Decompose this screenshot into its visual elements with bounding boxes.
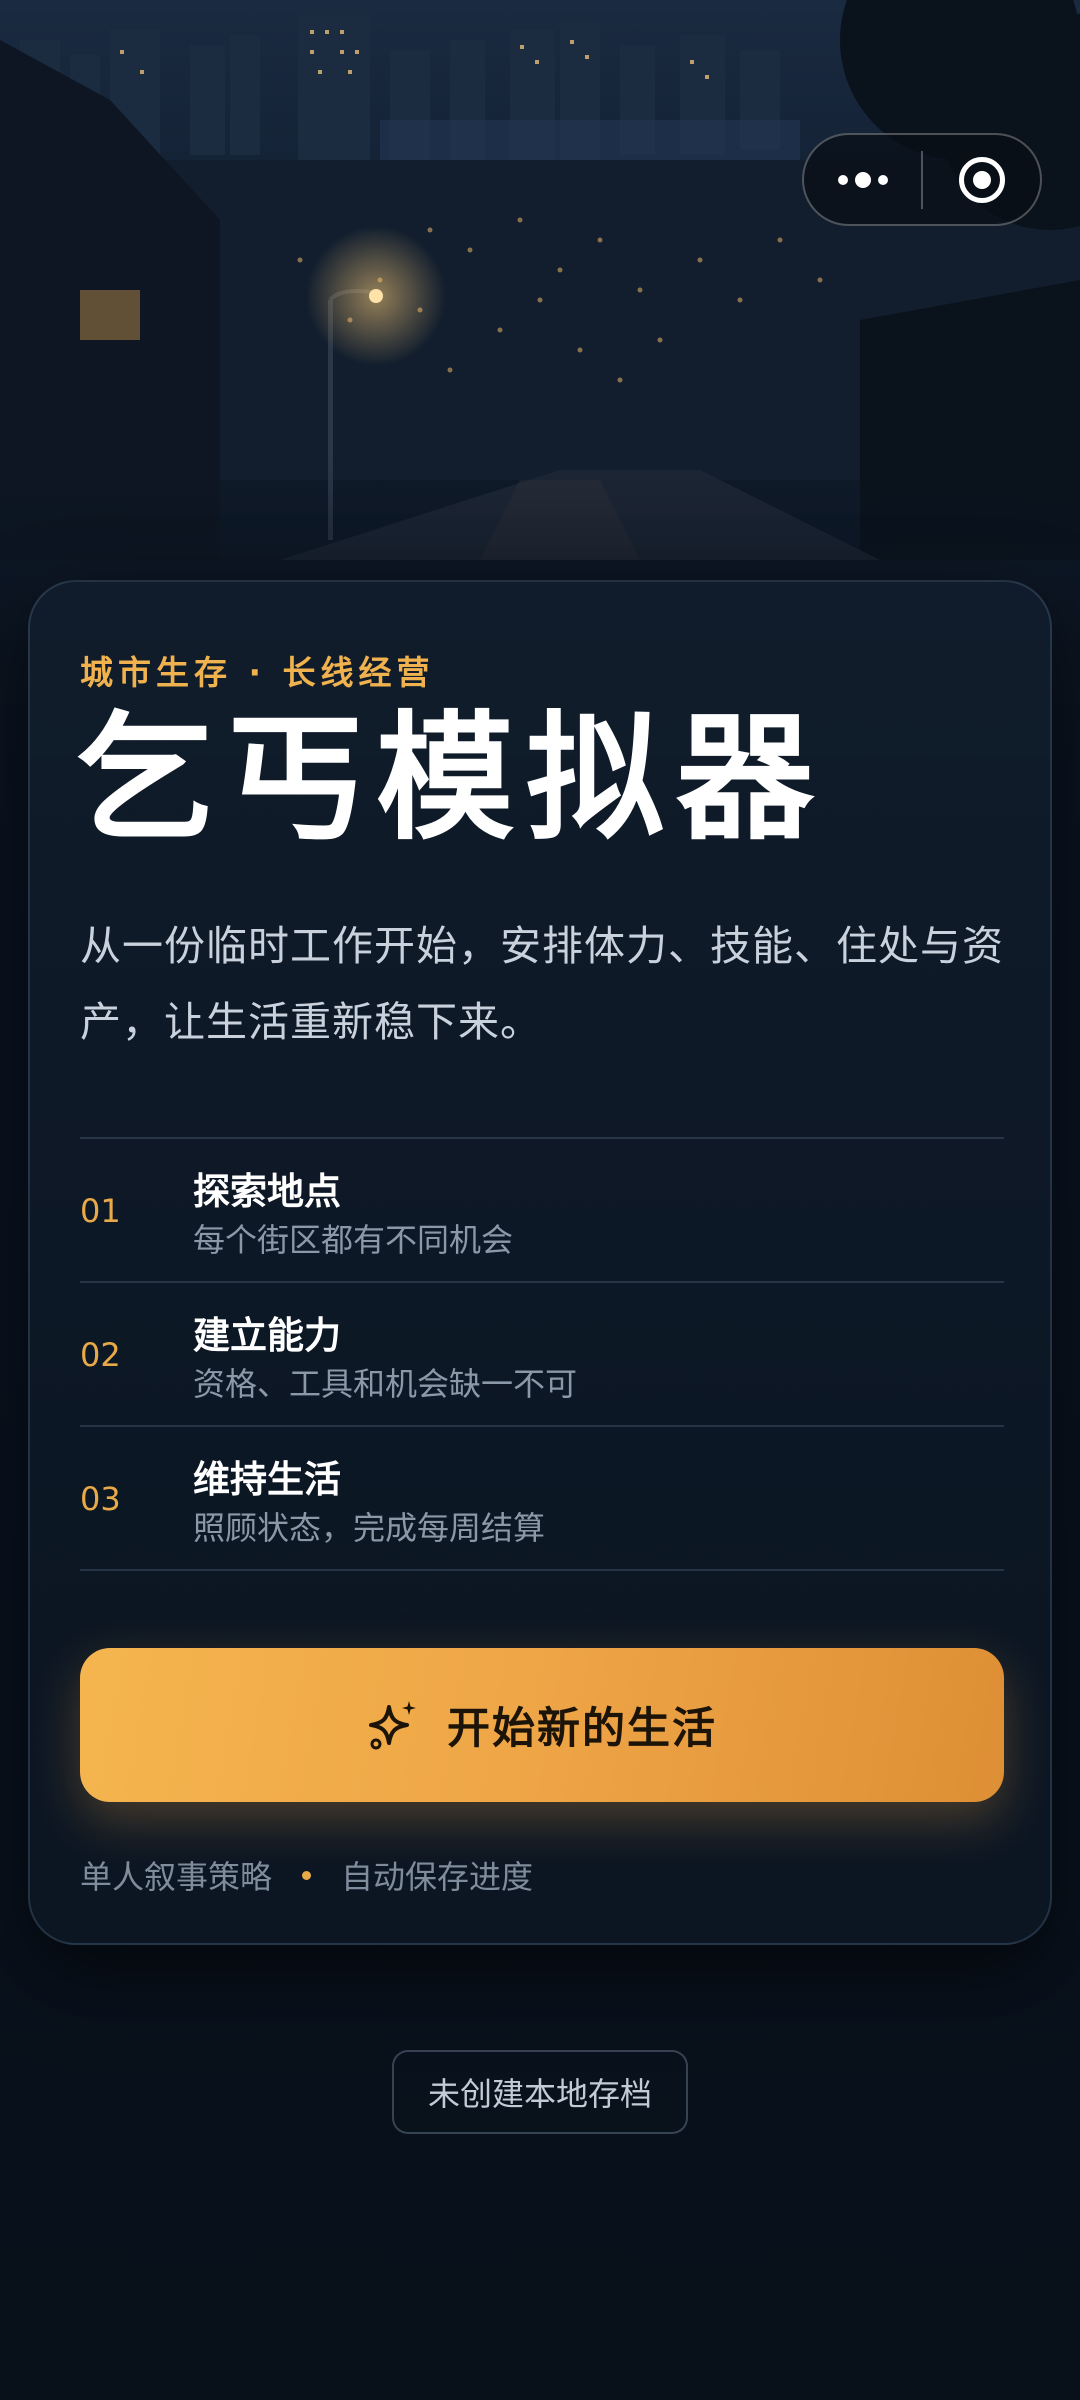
target-circle-icon [958,156,1005,203]
feature-subtitle: 资格、工具和机会缺一不可 [193,1365,578,1403]
feature-subtitle: 每个街区都有不同机会 [193,1221,514,1259]
meta-separator-dot [302,1870,312,1880]
more-menu-button[interactable] [804,135,921,224]
feature-title: 建立能力 [193,1314,341,1357]
feature-item: 03 维持生活 照顾状态，完成每周结算 [80,1427,1004,1571]
feature-list: 01 探索地点 每个街区都有不同机会 02 建立能力 资格、工具和机会缺一不可 … [80,1137,1004,1571]
start-button-label: 开始新的生活 [447,1704,717,1754]
feature-title: 维持生活 [193,1458,341,1501]
sparkle-icon [369,1701,416,1750]
start-new-life-button[interactable]: 开始新的生活 [80,1648,1004,1802]
save-status-badge: 未创建本地存档 [392,2050,688,2134]
close-miniprogram-button[interactable] [923,135,1040,224]
meta-genre: 单人叙事策略 [80,1858,273,1896]
more-dots-icon [837,171,888,188]
feature-subtitle: 照顾状态，完成每周结算 [193,1509,546,1547]
feature-item: 02 建立能力 资格、工具和机会缺一不可 [80,1283,1004,1427]
start-page: 城市生存 · 长线经营 乞丐模拟器 从一份临时工作开始，安排体力、技能、住处与资… [0,0,1080,2400]
game-meta: 单人叙事策略 自动保存进度 [80,1852,533,1898]
feature-item: 01 探索地点 每个街区都有不同机会 [80,1139,1004,1283]
miniprogram-capsule [802,133,1042,226]
eyebrow-tagline: 城市生存 · 长线经营 [80,653,435,692]
meta-autosave: 自动保存进度 [341,1858,534,1896]
feature-title: 探索地点 [193,1170,341,1213]
feature-number: 01 [80,1192,121,1230]
feature-number: 02 [80,1336,121,1374]
intro-card: 城市生存 · 长线经营 乞丐模拟器 从一份临时工作开始，安排体力、技能、住处与资… [28,580,1052,1945]
game-title: 乞丐模拟器 [76,698,827,859]
feature-number: 03 [80,1480,121,1518]
game-description: 从一份临时工作开始，安排体力、技能、住处与资产，让生活重新稳下来。 [80,922,1004,1046]
